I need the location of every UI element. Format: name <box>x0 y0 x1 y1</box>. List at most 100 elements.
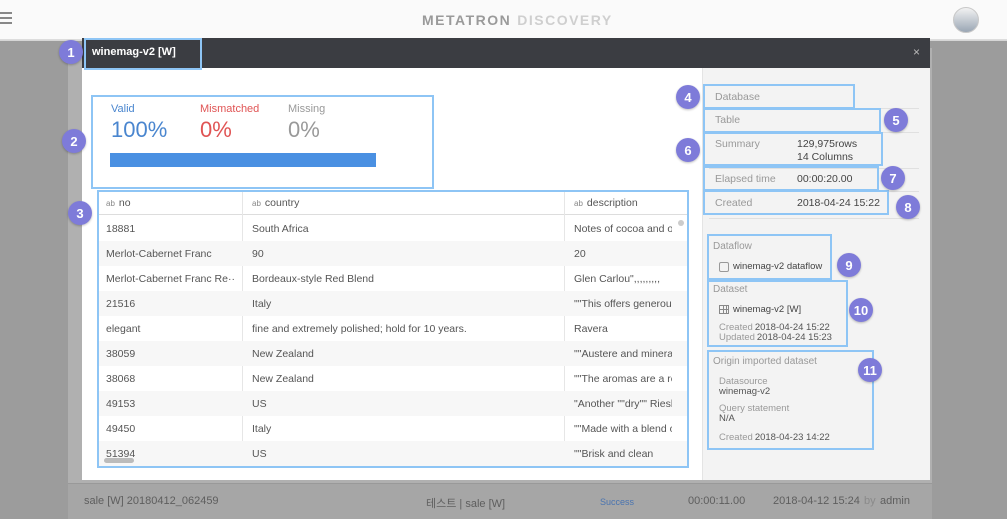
dataset-updated-value: 2018-04-24 15:23 <box>756 332 832 343</box>
table-label: Table <box>715 114 741 126</box>
table-cell: elegant <box>106 323 141 335</box>
table-cell: Bordeaux-style Red Blend <box>252 273 374 285</box>
table-cell: US <box>252 448 267 460</box>
dataflow-link[interactable]: winemag-v2 dataflow <box>719 261 822 272</box>
database-label: Database <box>715 91 760 103</box>
missing-label: Missing <box>288 103 326 115</box>
summary-label: Summary <box>715 138 760 150</box>
column-header-country[interactable]: ab country <box>252 197 299 209</box>
table-cell: Notes of cocoa and oal <box>574 223 672 235</box>
table-cell: New Zealand <box>252 348 314 360</box>
background-table-row: sale [W] 20180412_062459 테스트 | sale [W] … <box>68 483 932 519</box>
table-cell: Glen Carlou",,,,,,,,, <box>574 273 661 285</box>
created-value: 2018-04-24 15:22 <box>797 197 880 209</box>
step-badge: 8 <box>896 195 920 219</box>
table-cell: "Another ""dry"" Riesli <box>574 398 672 410</box>
table-row[interactable]: 18881 South Africa Notes of cocoa and oal <box>98 216 688 241</box>
brand-main: METATRON <box>422 12 512 28</box>
origin-created: Created 2018-04-23 14:22 <box>719 432 830 443</box>
snapshot-detail-modal: winemag-v2 [W] × Valid 100% Mismatched 0… <box>82 38 930 480</box>
table-cell: 38068 <box>106 373 136 385</box>
table-cell: ""Brisk and clean <box>574 448 654 460</box>
dataflow-title: Dataflow <box>713 241 752 252</box>
divider <box>709 108 919 109</box>
step-badge: 4 <box>676 85 700 109</box>
table-cell: 21516 <box>106 298 136 310</box>
table-cell: New Zealand <box>252 373 314 385</box>
table-cell: ""The aromas are a ref <box>574 373 672 385</box>
table-cell: South Africa <box>252 223 309 235</box>
top-bar: METATRON DISCOVERY <box>0 0 1007 40</box>
column-header-label: description <box>586 197 638 209</box>
dataset-link[interactable]: winemag-v2 [W] <box>719 304 801 315</box>
row-by: by <box>864 495 876 507</box>
validity-bar-fill <box>110 153 376 167</box>
grid-header: ab no ab country ab description <box>98 190 688 215</box>
table-cell: US <box>252 398 267 410</box>
mismatched-value: 0% <box>200 117 232 142</box>
table-cell: 20 <box>574 248 586 260</box>
table-row[interactable]: 49153 US "Another ""dry"" Riesli <box>98 391 688 416</box>
valid-label: Valid <box>111 103 135 115</box>
table-cell: ""This offers generous <box>574 298 672 310</box>
row-date: 2018-04-12 15:24 <box>773 495 860 507</box>
table-row[interactable]: Merlot-Cabernet Franc Re··· Bordeaux-styl… <box>98 266 688 291</box>
dataset-updated: Updated 2018-04-24 15:23 <box>719 332 832 343</box>
step-badge: 6 <box>676 138 700 162</box>
table-cell: 38059 <box>106 348 136 360</box>
table-row[interactable]: 38059 New Zealand ""Austere and minerall <box>98 341 688 366</box>
table-cell: 90 <box>252 248 264 260</box>
dataflow-icon <box>719 261 729 272</box>
query-value: N/A <box>719 413 735 424</box>
vertical-scrollbar[interactable] <box>678 220 684 226</box>
valid-value: 100% <box>111 117 168 142</box>
table-row[interactable]: 51394 US ""Brisk and clean <box>98 441 688 466</box>
table-row[interactable]: 21516 Italy ""This offers generous <box>98 291 688 316</box>
divider <box>709 218 919 219</box>
row-status: Success <box>600 497 635 507</box>
dataset-title: Dataset <box>713 284 748 295</box>
step-badge: 3 <box>68 201 92 225</box>
summary-columns: 14 Columns <box>797 151 854 163</box>
table-cell: 49153 <box>106 398 136 410</box>
divider <box>709 191 919 192</box>
string-type-icon: ab <box>574 199 583 208</box>
avatar[interactable] <box>953 7 979 33</box>
step-badge: 9 <box>837 253 861 277</box>
table-row[interactable]: Merlot-Cabernet Franc 90 20 <box>98 241 688 266</box>
column-header-description[interactable]: ab description <box>574 197 638 209</box>
table-cell: ""Made with a blend of <box>574 423 672 435</box>
table-cell: 18881 <box>106 223 136 235</box>
step-badge: 5 <box>884 108 908 132</box>
origin-created-label: Created <box>719 432 753 443</box>
divider <box>709 132 919 133</box>
brand-sub: DISCOVERY <box>517 12 613 28</box>
dataset-name: winemag-v2 [W] <box>733 304 802 315</box>
step-badge: 11 <box>858 358 882 382</box>
step-badge: 10 <box>849 298 873 322</box>
table-cell: 49450 <box>106 423 136 435</box>
mismatched-label: Mismatched <box>200 103 260 115</box>
table-row[interactable]: 38068 New Zealand ""The aromas are a ref <box>98 366 688 391</box>
brand-logo: METATRON DISCOVERY <box>422 12 613 28</box>
data-grid[interactable]: ab no ab country ab description 18881 South … <box>98 190 688 466</box>
table-row[interactable]: elegant fine and extremely polished; hold… <box>98 316 688 341</box>
table-cell: Italy <box>252 423 272 435</box>
column-header-label: no <box>118 197 131 209</box>
stat-mismatched: Mismatched 0% <box>200 103 259 143</box>
stat-valid: Valid 100% <box>111 103 167 143</box>
table-row[interactable]: 49450 Italy ""Made with a blend of <box>98 416 688 441</box>
elapsed-time-value: 00:00:20.00 <box>797 173 853 185</box>
dataflow-name: winemag-v2 dataflow <box>733 261 823 272</box>
missing-value: 0% <box>288 117 320 142</box>
modal-header: winemag-v2 [W] × <box>82 38 930 68</box>
summary-rows: 129,975rows <box>797 138 858 150</box>
horizontal-scrollbar[interactable] <box>104 458 134 463</box>
modal-title: winemag-v2 [W] <box>92 46 176 58</box>
column-header-no[interactable]: ab no <box>106 197 131 209</box>
string-type-icon: ab <box>106 199 115 208</box>
menu-icon[interactable] <box>0 12 12 24</box>
datasource-value: winemag-v2 <box>719 386 771 397</box>
dataset-updated-label: Updated <box>719 332 755 343</box>
close-icon[interactable]: × <box>913 45 920 59</box>
